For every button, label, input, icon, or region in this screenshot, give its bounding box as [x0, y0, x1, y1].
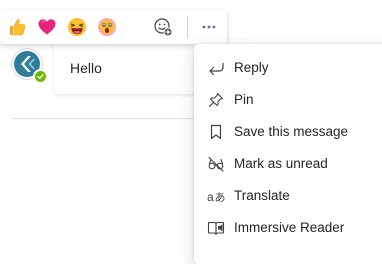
add-reaction-icon [154, 18, 173, 37]
immersive-reader-icon [207, 219, 225, 237]
reply-icon [207, 59, 225, 77]
menu-item-label: Immersive Reader [234, 220, 345, 235]
menu-item-mark-unread[interactable]: Mark as unread [194, 148, 382, 180]
translate-icon: a あ [207, 187, 226, 205]
more-options-icon [202, 25, 216, 29]
menu-item-label: Translate [234, 188, 290, 203]
heart-reaction-button[interactable] [37, 17, 57, 37]
reaction-bar [0, 10, 227, 44]
menu-item-reply[interactable]: Reply [194, 52, 382, 84]
laugh-icon [68, 18, 86, 36]
presence-badge [33, 69, 48, 84]
menu-item-label: Reply [234, 60, 269, 75]
heart-icon [38, 19, 56, 35]
add-reaction-button[interactable] [153, 17, 173, 37]
surprised-reaction-button[interactable] [97, 17, 117, 37]
menu-item-immersive-reader[interactable]: Immersive Reader [194, 212, 382, 244]
message-context-menu: Reply Pin Save this message Mark as unre… [194, 44, 382, 264]
like-reaction-button[interactable] [7, 17, 27, 37]
avatar[interactable] [11, 48, 48, 84]
menu-item-label: Pin [234, 92, 254, 107]
message-text: Hello [70, 60, 102, 76]
menu-item-pin[interactable]: Pin [194, 84, 382, 116]
surprised-icon [98, 18, 116, 36]
available-check-icon [37, 74, 44, 79]
pin-icon [207, 91, 225, 109]
menu-item-label: Save this message [234, 124, 349, 139]
like-icon [10, 19, 26, 36]
menu-item-label: Mark as unread [234, 156, 328, 171]
laugh-reaction-button[interactable] [67, 17, 87, 37]
more-options-button[interactable] [199, 17, 219, 37]
svg-text:a: a [207, 190, 214, 204]
bookmark-icon [207, 123, 225, 141]
reaction-bar-separator [187, 16, 188, 38]
menu-item-translate[interactable]: a あ Translate [194, 180, 382, 212]
svg-text:あ: あ [215, 191, 226, 204]
unread-eye-icon [207, 155, 225, 173]
menu-item-save[interactable]: Save this message [194, 116, 382, 148]
